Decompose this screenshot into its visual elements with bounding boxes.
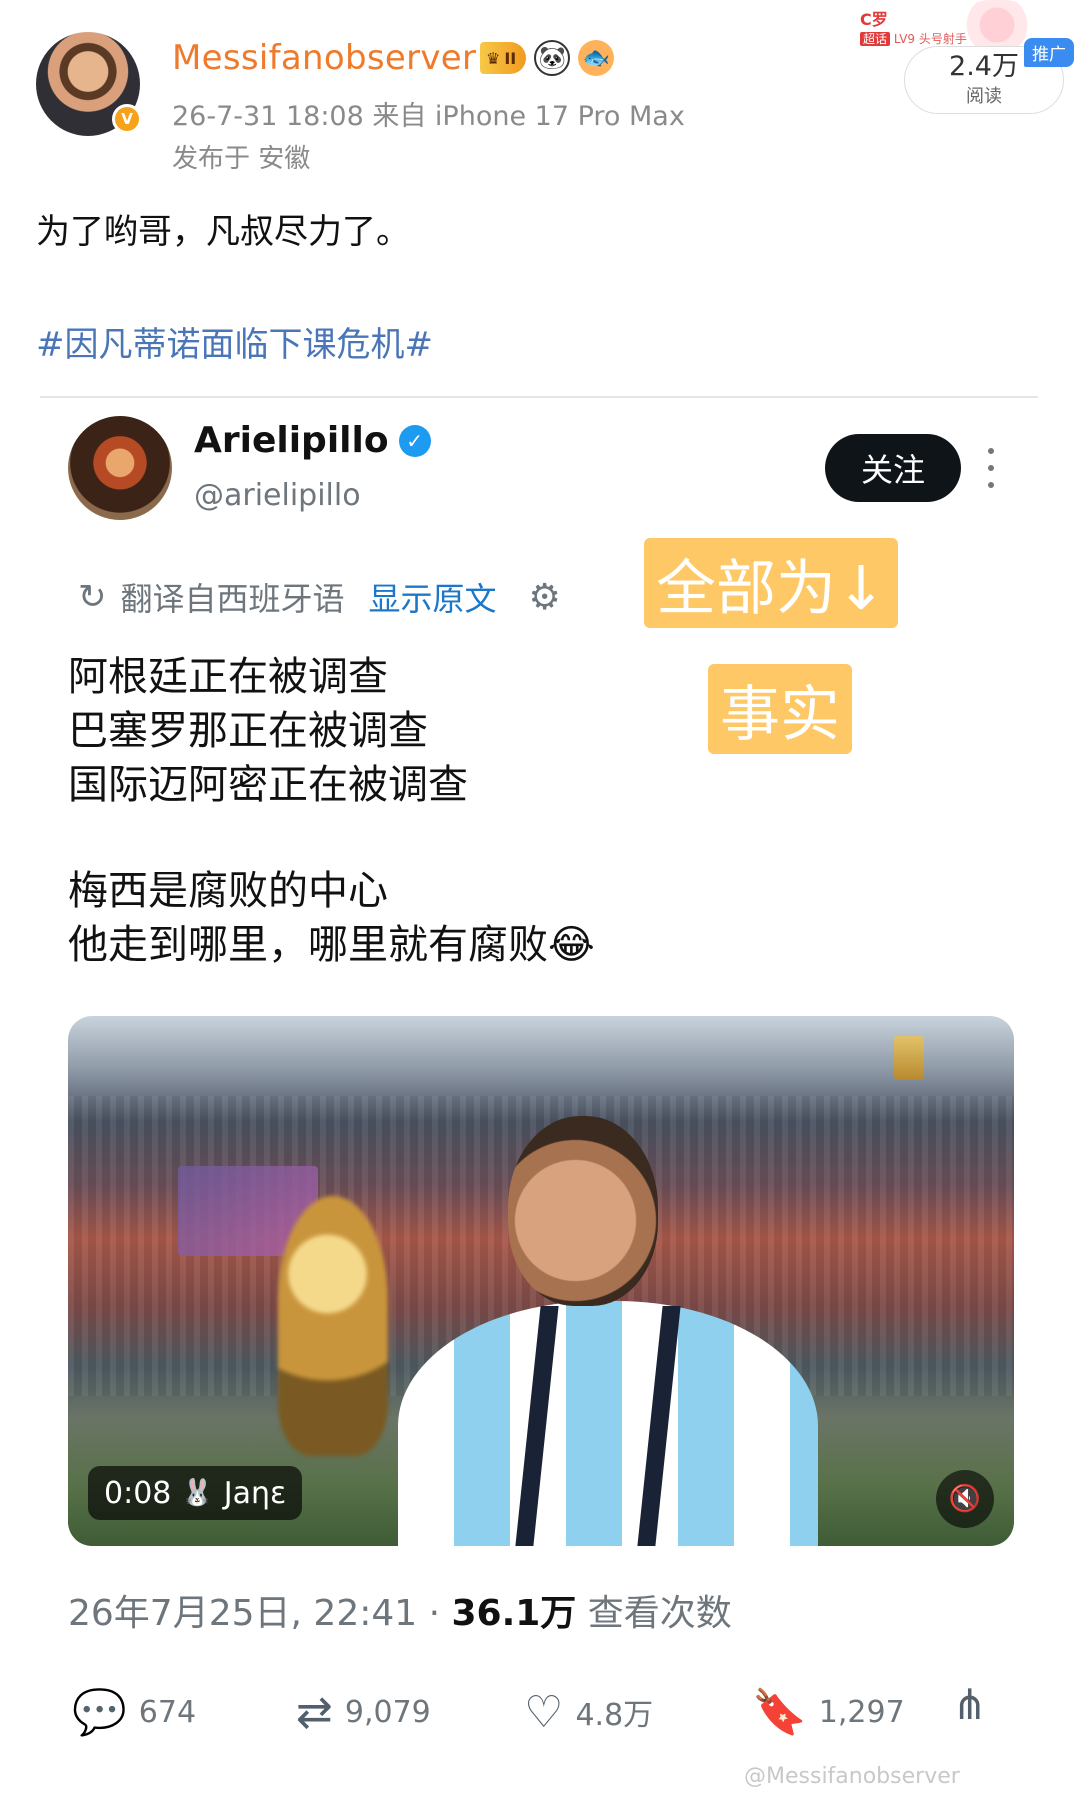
hashtag-link[interactable]: #因凡蒂诺面临下课危机# [36, 317, 433, 366]
bookmark-icon: 🔖 [752, 1687, 807, 1738]
promo-level-text: LV9 头号射手 [893, 32, 967, 46]
promo-level: 超话 LV9 头号射手 [860, 30, 967, 47]
promo-decoration [962, 0, 1032, 50]
follow-button[interactable]: 关注 [825, 434, 961, 502]
annotation-sticker-2: 事实 [708, 664, 852, 754]
more-options-icon[interactable] [984, 448, 998, 488]
tweet-line-gap [68, 812, 595, 864]
share-icon[interactable]: ⋔ [952, 1680, 987, 1729]
tweet-views: 36.1万 [451, 1593, 577, 1634]
fish-badge-icon[interactable]: 🐟 [578, 40, 615, 76]
tweet-author-avatar[interactable] [68, 416, 172, 520]
retweet-icon: ⇄ [296, 1686, 333, 1738]
bookmark-count: 1,297 [818, 1694, 905, 1730]
vip-crown-badge[interactable]: ♛ II [480, 42, 527, 74]
watermark: @Messifanobserver [744, 1764, 960, 1789]
translate-row: ↻ 翻译自西班牙语 显示原文 ⚙ [78, 574, 561, 620]
video-credit: Jaηε [223, 1475, 287, 1511]
post-location: 发布于 安徽 [172, 144, 311, 174]
vip-level: II [504, 48, 517, 68]
promo-level-tag: 超话 [860, 32, 891, 46]
annotation-sticker-1: 全部为↓ [644, 538, 899, 628]
post-text: 为了哟哥，凡叔尽力了。 [36, 212, 410, 252]
tweet-line: 梅西是腐败的中心 [68, 868, 388, 914]
reply-icon: 💬 [72, 1687, 127, 1738]
tweet-body: 阿根廷正在被调查 巴塞罗那正在被调查 国际迈阿密正在被调查 梅西是腐败的中心 他… [68, 650, 595, 972]
read-count: 2.4万 [949, 51, 1019, 82]
bookmark-button[interactable]: 🔖 1,297 [752, 1686, 905, 1738]
verified-check-icon: ✓ [398, 424, 431, 457]
promo-widget[interactable]: C罗 超话 LV9 头号射手 2.4万 阅读 推广 [860, 0, 1074, 114]
verified-v-icon: V [112, 104, 142, 134]
reply-button[interactable]: 💬 674 [72, 1686, 196, 1738]
fifa-logo-icon [894, 1036, 924, 1080]
tweet-line: 国际迈阿密正在被调查 [68, 762, 468, 808]
reply-count: 674 [138, 1694, 197, 1730]
tweet-date: 26年7月25日, 22:41 · [68, 1593, 452, 1634]
tweet-views-label: 查看次数 [576, 1593, 732, 1634]
like-count: 4.8万 [575, 1698, 654, 1733]
video-time: 0:08 [104, 1475, 172, 1511]
user-avatar[interactable]: V [36, 32, 142, 136]
translate-label: 翻译自西班牙语 [120, 580, 345, 618]
post-meta: 26-7-31 18:08 来自 iPhone 17 Pro Max [172, 101, 685, 132]
tweet-timestamp: 26年7月25日, 22:41 · 36.1万 查看次数 [68, 1584, 732, 1636]
heart-icon: ♡ [524, 1686, 564, 1738]
divider [40, 396, 1038, 398]
medal-ribbon [515, 1306, 681, 1546]
show-original-link[interactable]: 显示原文 [369, 574, 497, 620]
video-time-badge: 0:08 🐰 Jaηε [88, 1466, 303, 1520]
video-player[interactable]: 0:08 🐰 Jaηε 🔇 [68, 1016, 1014, 1546]
tweet-actions: 💬 674 ⇄ 9,079 ♡ 4.8万 🔖 1,297 ⋔ [72, 1680, 1012, 1744]
promo-title: C罗 [860, 10, 888, 29]
crown-icon: ♛ [486, 48, 501, 68]
tweet-author-handle[interactable]: @arielipillo [194, 478, 361, 513]
tweet-author-name[interactable]: Arielipillo ✓ [194, 420, 431, 461]
retweet-button[interactable]: ⇄ 9,079 [296, 1687, 431, 1738]
read-label: 阅读 [966, 86, 1002, 107]
player-head [508, 1116, 658, 1306]
translate-icon: ↻ [78, 577, 107, 617]
retweet-count: 9,079 [344, 1694, 431, 1730]
mute-icon[interactable]: 🔇 [936, 1470, 994, 1528]
tweet-author-name-text: Arielipillo [194, 420, 389, 461]
world-cup-trophy [278, 1196, 388, 1456]
tweet-line: 他走到哪里，哪里就有腐败😂 [68, 922, 595, 968]
gear-icon[interactable]: ⚙ [529, 577, 561, 618]
bunny-icon: 🐰 [181, 1478, 214, 1508]
panda-badge-icon[interactable]: 🐼 [534, 40, 571, 76]
username[interactable]: Messifanobserver [172, 38, 476, 78]
user-badges: ♛ II 🐼 🐟 [480, 40, 615, 76]
tweet-line: 巴塞罗那正在被调查 [68, 708, 428, 754]
like-button[interactable]: ♡ 4.8万 [524, 1687, 653, 1738]
tweet-line: 阿根廷正在被调查 [68, 654, 388, 700]
promo-tag: 推广 [1024, 38, 1074, 67]
